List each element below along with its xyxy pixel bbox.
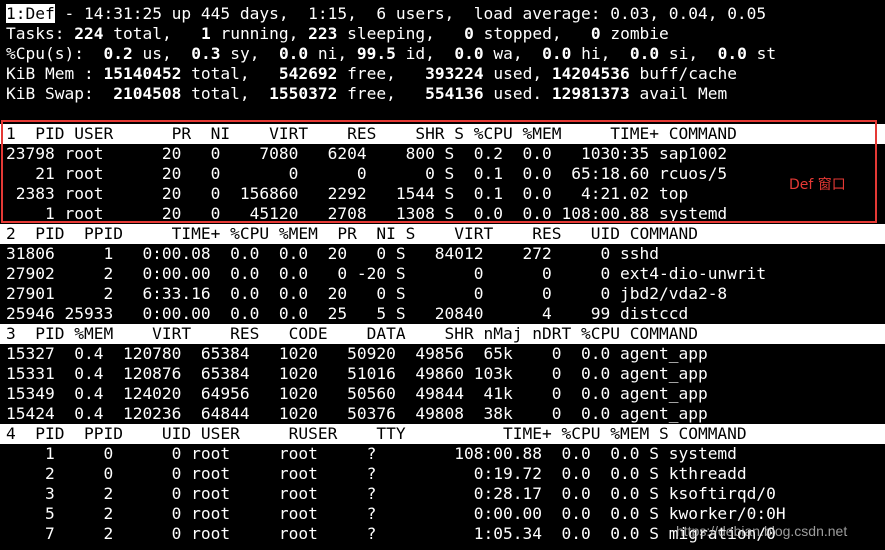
- mem-line: KiB Mem : 15140452 total, 542692 free, 3…: [6, 64, 737, 83]
- table-row: 15349 0.4 124020 64956 1020 50560 49844 …: [6, 384, 708, 403]
- uptime-line: 1:Def - 14:31:25 up 445 days, 1:15, 6 us…: [0, 4, 885, 24]
- window-1-header: 1 PID USER PR NI VIRT RES SHR S %CPU %ME…: [0, 124, 885, 144]
- table-row: 27901 2 6:33.16 0.0 0.0 20 0 S 0 0 0 jbd…: [6, 284, 728, 303]
- swap-line: KiB Swap: 2104508 total, 1550372 free, 5…: [6, 84, 728, 103]
- window-4-header: 4 PID PPID UID USER RUSER TTY TIME+ %CPU…: [0, 424, 885, 444]
- cpu-line: %Cpu(s): 0.2 us, 0.3 sy, 0.0 ni, 99.5 id…: [6, 44, 777, 63]
- window-3-header: 3 PID %MEM VIRT RES CODE DATA SHR nMaj n…: [0, 324, 885, 344]
- tasks-line: Tasks: 224 total, 1 running, 223 sleepin…: [6, 24, 669, 43]
- table-row: 3 2 0 root root ? 0:28.17 0.0 0.0 S ksof…: [6, 484, 776, 503]
- table-row: 27902 2 0:00.00 0.0 0.0 0 -20 S 0 0 0 ex…: [6, 264, 767, 283]
- table-row: 31806 1 0:00.08 0.0 0.0 20 0 S 84012 272…: [6, 244, 659, 263]
- watermark: https://debian.blog.csdn.net: [676, 523, 848, 539]
- table-row: 21 root 20 0 0 0 0 S 0.1 0.0 65:18.60 rc…: [6, 164, 728, 183]
- table-row: 1 root 20 0 45120 2708 1308 S 0.0 0.0 10…: [6, 204, 728, 223]
- terminal[interactable]: 1:Def - 14:31:25 up 445 days, 1:15, 6 us…: [0, 4, 885, 544]
- table-row: 15331 0.4 120876 65384 1020 51016 49860 …: [6, 364, 708, 383]
- window-tag: 1:Def: [6, 4, 55, 23]
- table-row: 23798 root 20 0 7080 6204 800 S 0.2 0.0 …: [6, 144, 728, 163]
- table-row: 2383 root 20 0 156860 2292 1544 S 0.1 0.…: [6, 184, 689, 203]
- table-row: 1 0 0 root root ? 108:00.88 0.0 0.0 S sy…: [6, 444, 737, 463]
- def-window-annotation: Def 窗口: [789, 177, 846, 193]
- table-row: 25946 25933 0:00.00 0.0 0.0 25 5 S 20840…: [6, 304, 689, 323]
- table-row: 15327 0.4 120780 65384 1020 50920 49856 …: [6, 344, 708, 363]
- table-row: 15424 0.4 120236 64844 1020 50376 49808 …: [6, 404, 708, 423]
- table-row: 2 0 0 root root ? 0:19.72 0.0 0.0 S kthr…: [6, 464, 747, 483]
- uptime-text: - 14:31:25 up 445 days, 1:15, 6 users, l…: [54, 4, 767, 23]
- window-2-header: 2 PID PPID TIME+ %CPU %MEM PR NI S VIRT …: [0, 224, 885, 244]
